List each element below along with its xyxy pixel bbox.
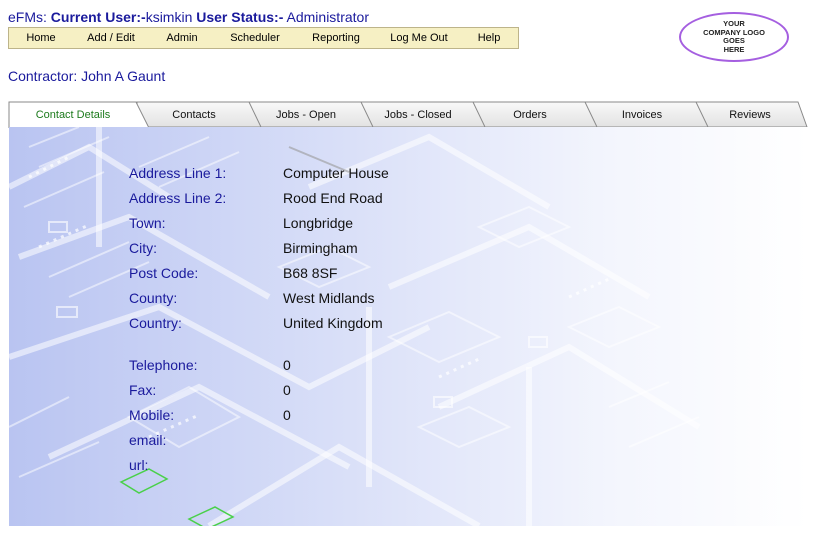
city-value: Birmingham (283, 240, 358, 256)
telephone-value: 0 (283, 357, 291, 373)
tab-jobs-closed[interactable]: Jobs - Closed (362, 109, 474, 121)
address-line-2-value: Rood End Road (283, 190, 383, 206)
menu-scheduler[interactable]: Scheduler (215, 32, 295, 44)
logo-line-4: HERE (723, 44, 745, 54)
menu-add-edit[interactable]: Add / Edit (73, 32, 149, 44)
tab-contacts[interactable]: Contacts (138, 109, 250, 121)
current-user-label: Current User:- (50, 9, 146, 25)
tab-invoices[interactable]: Invoices (586, 109, 698, 121)
menu-home[interactable]: Home (9, 32, 73, 44)
county-label: County: (129, 290, 178, 306)
tab-bar: Contact Details Contacts Jobs - Open Job… (8, 100, 808, 128)
tab-reviews[interactable]: Reviews (697, 109, 803, 121)
address-line-1-value: Computer House (283, 165, 389, 181)
company-logo-placeholder: YOUR COMPANY LOGO GOES HERE (679, 12, 789, 62)
country-value: United Kingdom (283, 315, 383, 331)
mobile-value: 0 (283, 407, 291, 423)
town-value: Longbridge (283, 215, 354, 231)
menu-reporting[interactable]: Reporting (295, 32, 377, 44)
contact-details-panel: Address Line 1: Computer House Address L… (9, 127, 808, 526)
contractor-name: John A Gaunt (81, 68, 166, 84)
county-value: West Midlands (283, 290, 375, 306)
address-line-2-label: Address Line 2: (129, 190, 227, 206)
telephone-label: Telephone: (129, 357, 198, 373)
post-code-value: B68 8SF (283, 265, 338, 281)
email-label: email: (129, 432, 167, 448)
post-code-label: Post Code: (129, 265, 199, 281)
user-status-label: User Status:- (196, 9, 284, 25)
fax-value: 0 (283, 382, 291, 398)
user-status: Administrator (286, 9, 369, 25)
city-label: City: (129, 240, 157, 256)
address-line-1-label: Address Line 1: (129, 165, 227, 181)
app-name: eFMs: (8, 9, 47, 25)
tab-contact-details[interactable]: Contact Details (10, 109, 136, 121)
fax-label: Fax: (129, 382, 157, 398)
tab-jobs-open[interactable]: Jobs - Open (250, 109, 362, 121)
current-user: ksimkin (145, 9, 193, 25)
contractor-heading: Contractor: John A Gaunt (8, 68, 165, 84)
tab-orders[interactable]: Orders (474, 109, 586, 121)
town-label: Town: (129, 215, 166, 231)
country-label: Country: (129, 315, 182, 331)
main-menu-bar: Home Add / Edit Admin Scheduler Reportin… (8, 27, 519, 49)
menu-help[interactable]: Help (461, 32, 517, 44)
contractor-label: Contractor: (8, 68, 78, 84)
menu-admin[interactable]: Admin (149, 32, 215, 44)
menu-log-me-out[interactable]: Log Me Out (377, 32, 461, 44)
header-status-line: eFMs: Current User:-ksimkin User Status:… (8, 9, 369, 25)
url-label: url: (129, 457, 149, 473)
mobile-label: Mobile: (129, 407, 175, 423)
